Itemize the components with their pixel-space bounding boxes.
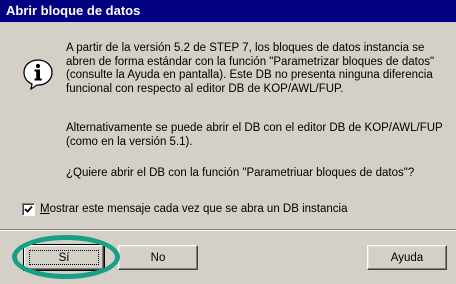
message-paragraph-1: A partir de la versión 5.2 de STEP 7, lo… [66,42,435,95]
checkmark-icon [24,205,33,213]
separator [0,229,456,231]
help-button[interactable]: Ayuda [367,245,447,270]
show-message-checkbox[interactable] [22,202,35,216]
show-message-label: Mostrar este mensaje cada vez que se abr… [40,203,347,215]
show-message-label-mnemonic: M [40,203,50,215]
no-button[interactable]: No [118,245,198,270]
message-question: ¿Quiere abrir el DB con la función "Para… [66,167,415,179]
dialog-window: Abrir bloque de datos A partir de la ver… [0,0,456,284]
yes-button-label: Sí [29,250,99,265]
show-message-option[interactable]: Mostrar este mensaje cada vez que se abr… [22,201,347,217]
message-paragraph-2: Alternativamente se puede abrir el DB co… [66,122,443,148]
dialog-title: Abrir bloque de datos [0,0,456,22]
information-icon [22,58,54,91]
yes-button[interactable]: Sí [23,244,105,271]
show-message-label-text: ostrar este mensaje cada vez que se abra… [49,203,348,215]
